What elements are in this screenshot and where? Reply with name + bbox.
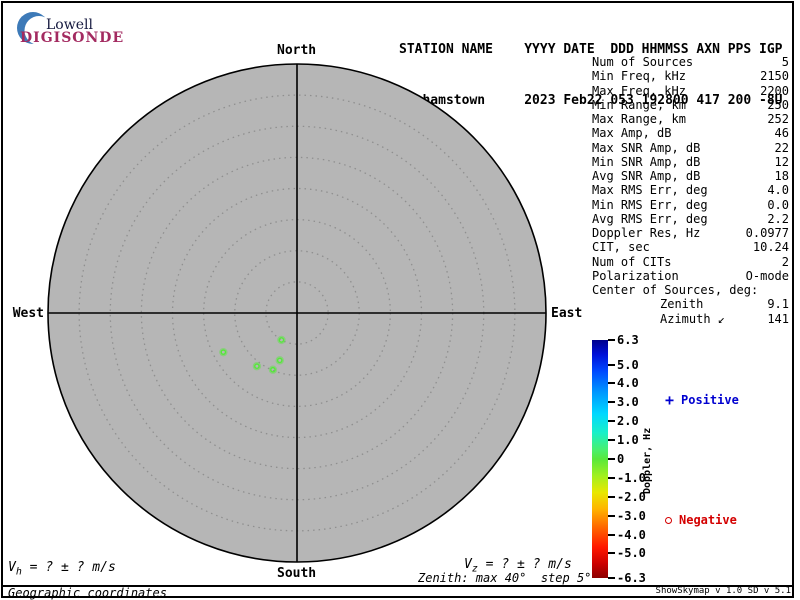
stat-row: Max Freq, kHz 2200 <box>592 83 789 98</box>
stat-row: Num of CITs 2 <box>592 254 789 269</box>
stat-row: Min RMS Err, deg 0.0 <box>592 197 789 212</box>
stat-row: Min Freq, kHz 2150 <box>592 69 789 84</box>
colorbar-tick-label: 5.0 <box>617 357 639 372</box>
legend-negative-label: Negative <box>679 513 737 527</box>
colorbar-tick-label: 2.0 <box>617 414 639 429</box>
version-text: ShowSkymap v 1.0 SD v 5.1 <box>655 586 791 596</box>
doppler-axis-label: Doppler, Hz <box>642 427 653 495</box>
doppler-colorbar <box>592 340 608 578</box>
colorbar-tick-label: -5.0 <box>617 546 646 561</box>
colorbar-tick <box>608 439 615 442</box>
logo-digisonde-text: DIGISONDE <box>20 30 125 46</box>
stat-row: Polarization O-mode <box>592 268 789 283</box>
colorbar-tick-label: 6.3 <box>617 333 639 347</box>
stat-row: Max RMS Err, deg 4.0 <box>592 183 789 198</box>
compass-north-label: North <box>277 43 317 58</box>
stat-row: Min SNR Amp, dB 12 <box>592 154 789 169</box>
colorbar-tick <box>608 458 615 460</box>
stat-row: CIT, sec 10.24 <box>592 240 789 255</box>
stat-row: Max Amp, dB 46 <box>592 126 789 141</box>
coordinates-note: Geographic coordinates <box>8 586 167 600</box>
colorbar-tick <box>608 382 615 385</box>
colorbar-tick-label: 1.0 <box>617 433 639 448</box>
zenith-range-note: Zenith: max 40° step 5° <box>418 571 592 585</box>
colorbar-tick-label: 3.0 <box>617 395 639 410</box>
colorbar-tick-label: -6.3 <box>617 571 646 585</box>
stat-row: Zenith 9.1 <box>660 297 789 312</box>
legend-negative: Negative <box>665 513 737 527</box>
colorbar-tick <box>608 476 615 479</box>
colorbar-tick-label: -3.0 <box>617 508 646 523</box>
stat-row: Azimuth ↙ 141 <box>660 311 789 326</box>
plus-marker-icon: + <box>665 391 675 409</box>
horizontal-velocity-readout: Vh = ? ± ? m/s <box>8 560 116 578</box>
colorbar-tick <box>608 577 615 579</box>
stat-row: Center of Sources, deg: <box>592 283 759 297</box>
colorbar-tick-label: 4.0 <box>617 376 639 391</box>
colorbar-tick <box>608 552 615 555</box>
colorbar-tick <box>608 363 615 366</box>
compass-west-label: West <box>12 306 44 321</box>
colorbar-tick <box>608 495 615 498</box>
stat-row: Min Range, km 250 <box>592 97 789 112</box>
compass-south-label: South <box>277 566 317 581</box>
colorbar-tick <box>608 420 615 423</box>
colorbar-tick-label: 0 <box>617 452 625 466</box>
legend-positive: + Positive <box>665 391 739 409</box>
compass-east-label: East <box>551 306 583 321</box>
stats-panel: Num of Sources 5 Min Freq, kHz 2150 Max Freq… <box>592 55 789 326</box>
colorbar-tick <box>608 339 615 341</box>
colorbar-tick <box>608 533 615 536</box>
stat-row: Avg RMS Err, deg 2.2 <box>592 211 789 226</box>
colorbar-tick-label: -4.0 <box>617 527 646 542</box>
stat-row: Num of Sources 5 <box>592 55 789 69</box>
legend-positive-label: Positive <box>681 393 739 407</box>
circle-marker-icon <box>665 516 672 524</box>
stat-row: Max Range, km 252 <box>592 112 789 126</box>
stat-row: Doppler Res, Hz 0.0977 <box>592 226 789 240</box>
stat-row: Max SNR Amp, dB 22 <box>592 140 789 155</box>
colorbar-tick <box>608 514 615 517</box>
colorbar-tick <box>608 401 615 404</box>
stat-row: Avg SNR Amp, dB 18 <box>592 169 789 183</box>
skymap-plot <box>47 63 547 563</box>
